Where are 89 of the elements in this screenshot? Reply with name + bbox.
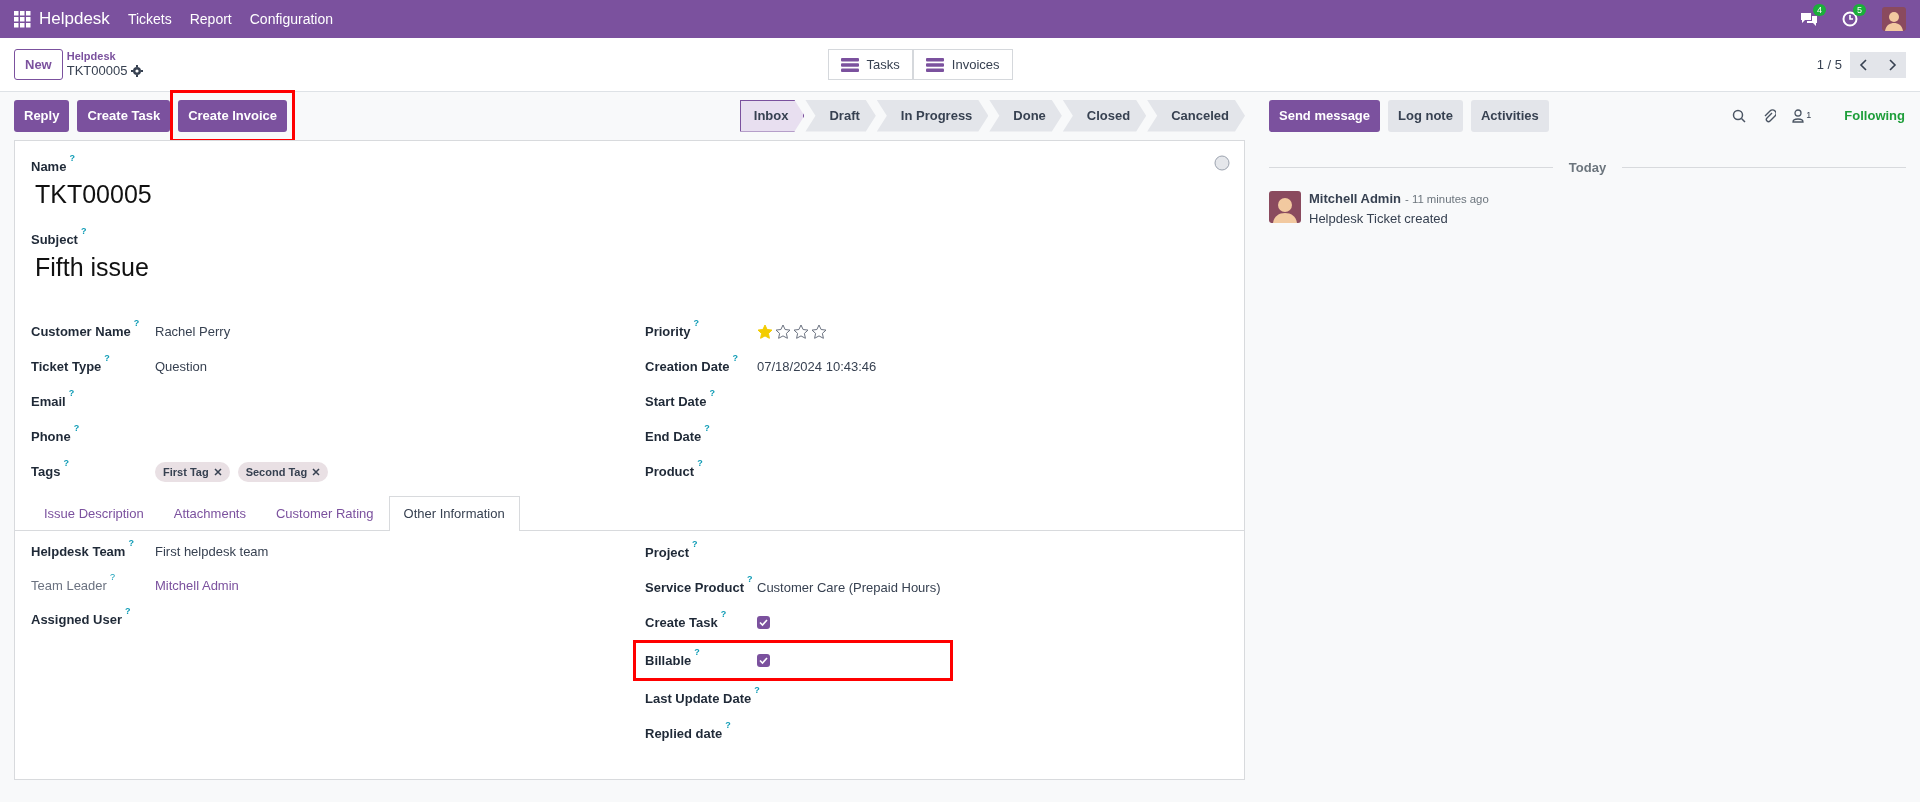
chatter-button[interactable]: Send message — [1269, 100, 1381, 132]
help-mark[interactable]: ? — [754, 684, 760, 695]
help-mark[interactable]: ? — [63, 458, 69, 469]
followers-count: 1 — [1806, 108, 1812, 122]
help-mark[interactable]: ? — [128, 538, 134, 549]
apps-menu-icon[interactable] — [14, 10, 31, 28]
help-mark[interactable]: ? — [80, 225, 87, 236]
chatter-button[interactable]: Activities — [1470, 100, 1549, 132]
record-name: TKT00005 — [35, 179, 153, 210]
filled-star-icon[interactable] — [757, 324, 773, 340]
user-avatar-icon — [1269, 191, 1301, 223]
subject-field[interactable]: Fifth issue — [35, 249, 1228, 287]
field-value: First helpdesk team — [155, 543, 269, 562]
app-title[interactable]: Helpdesk — [39, 6, 110, 32]
action-button[interactable]: Create Task — [77, 100, 171, 132]
chat-icon[interactable] — [1800, 11, 1818, 27]
clock-icon[interactable] — [1842, 11, 1858, 27]
list-icon — [925, 57, 944, 72]
tag-pill[interactable]: First Tag — [155, 461, 230, 483]
empty-star-icon[interactable] — [793, 324, 809, 340]
menu-item[interactable]: Tickets — [127, 8, 172, 30]
smart-button[interactable]: Invoices — [912, 48, 1013, 81]
status-stage[interactable]: Closed — [1062, 100, 1147, 132]
status-stage[interactable]: Draft — [805, 100, 876, 132]
help-mark[interactable]: ? — [732, 353, 739, 364]
field-value: Rachel Perry — [155, 323, 231, 342]
help-mark[interactable]: ? — [68, 388, 75, 399]
help-mark[interactable]: ? — [73, 423, 80, 434]
help-mark[interactable]: ? — [133, 318, 140, 329]
smart-button[interactable]: Tasks — [827, 48, 913, 81]
form-tab[interactable]: Issue Description — [29, 495, 159, 530]
help-mark[interactable]: ? — [747, 573, 753, 584]
help-mark[interactable]: ? — [692, 538, 698, 549]
close-icon[interactable] — [312, 468, 321, 476]
help-mark[interactable]: ? — [725, 719, 731, 730]
status-stage[interactable]: Done — [989, 100, 1062, 132]
message-author[interactable]: Mitchell Admin — [1309, 191, 1401, 208]
action-button[interactable]: Create Invoice — [178, 100, 288, 132]
form-tab[interactable]: Attachments — [158, 495, 261, 530]
help-mark[interactable]: ? — [693, 318, 699, 329]
new-button[interactable]: New — [14, 48, 63, 81]
field-value: 07/18/2024 10:43:46 — [757, 358, 877, 377]
counter-badge: 4 — [1813, 4, 1826, 16]
help-mark[interactable]: ? — [709, 388, 715, 399]
menu-item[interactable]: Report — [189, 8, 232, 30]
breadcrumb-link[interactable]: Helpdesk — [66, 49, 144, 64]
help-mark[interactable]: ? — [704, 423, 710, 434]
status-stage[interactable]: Canceled — [1147, 100, 1245, 132]
help-mark[interactable]: ? — [694, 646, 700, 657]
record-title: TKT00005 — [66, 63, 128, 80]
message-body: Helpdesk Ticket created — [1309, 211, 1449, 228]
form-tab[interactable]: Customer Rating — [261, 495, 389, 530]
field-link[interactable]: Mitchell Admin — [155, 576, 239, 596]
previous-button[interactable] — [1850, 51, 1878, 78]
help-mark[interactable]: ? — [109, 572, 115, 583]
message-time: - 11 minutes ago — [1404, 192, 1489, 207]
help-mark[interactable]: ? — [69, 152, 75, 163]
close-icon[interactable] — [213, 468, 222, 476]
checkbox[interactable] — [757, 616, 770, 629]
user-avatar-icon[interactable] — [1882, 7, 1906, 31]
checkbox[interactable] — [757, 654, 770, 667]
pager-value: 1 / 5 — [1816, 55, 1842, 74]
list-icon — [840, 57, 859, 72]
tag-pill[interactable]: Second Tag — [237, 461, 329, 483]
priority-stars[interactable] — [757, 324, 829, 340]
search-icon[interactable] — [1732, 108, 1747, 123]
paperclip-icon[interactable] — [1762, 107, 1777, 124]
checkmark-icon — [759, 656, 768, 665]
chatter-button[interactable]: Log note — [1388, 100, 1463, 132]
menu-item[interactable]: Configuration — [249, 8, 333, 30]
date-separator: Today — [1568, 158, 1607, 177]
person-icon[interactable] — [1792, 108, 1805, 123]
empty-star-icon[interactable] — [775, 324, 791, 340]
help-mark[interactable]: ? — [125, 606, 131, 617]
help-mark[interactable]: ? — [104, 353, 110, 364]
settings-icon[interactable] — [131, 65, 144, 78]
field-value: Customer Care (Prepaid Hours) — [757, 578, 941, 597]
action-button[interactable]: Reply — [14, 100, 70, 132]
form-tab[interactable]: Other Information — [388, 495, 520, 531]
next-button[interactable] — [1878, 51, 1906, 78]
status-stage[interactable]: In Progress — [876, 100, 989, 132]
field-value: Question — [155, 358, 208, 377]
counter-badge: 5 — [1853, 4, 1866, 16]
help-mark[interactable]: ? — [720, 608, 727, 619]
checkmark-icon — [759, 618, 768, 627]
empty-star-icon[interactable] — [811, 324, 827, 340]
help-mark[interactable]: ? — [697, 458, 703, 469]
status-stage[interactable]: Inbox — [739, 100, 805, 132]
following-button[interactable]: Following — [1843, 105, 1906, 127]
